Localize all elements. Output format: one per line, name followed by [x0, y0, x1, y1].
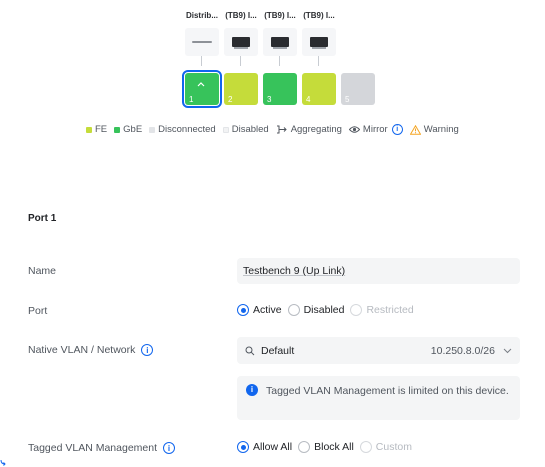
port-4[interactable]: 4	[302, 73, 336, 105]
radio-circle	[237, 441, 249, 453]
device-icon	[185, 28, 219, 56]
radio-restricted[interactable]: Restricted	[350, 304, 414, 316]
native-vlan-select[interactable]: Default 10.250.8.0/26	[237, 337, 520, 364]
device-label: (TB9) I...	[303, 11, 335, 20]
info-icon: i	[246, 384, 258, 396]
disabled-swatch	[222, 126, 229, 133]
native-vlan-label-row: Native VLAN / Network i	[28, 344, 154, 356]
radio-custom[interactable]: Custom	[359, 441, 412, 453]
connector-line	[201, 56, 202, 66]
legend-label: Warning	[423, 124, 459, 135]
radio-label: Active	[253, 304, 282, 316]
legend-disabled: Disabled	[222, 124, 269, 135]
port-1[interactable]: 1	[182, 70, 222, 108]
section-title: Port 1	[28, 213, 57, 224]
radio-allow-all[interactable]: Allow All	[237, 441, 292, 453]
radio-circle	[359, 441, 372, 453]
legend-label: FE	[95, 124, 108, 135]
info-icon[interactable]: i	[391, 124, 403, 135]
radio-block-all[interactable]: Block All	[298, 441, 354, 453]
connector-line	[240, 56, 241, 66]
search-icon	[245, 346, 255, 355]
port-label: Port	[28, 305, 48, 317]
legend-label: GbE	[123, 124, 143, 135]
warning-icon	[409, 124, 421, 135]
legend-warning: Warning	[409, 124, 459, 135]
radio-disabled[interactable]: Disabled	[287, 304, 345, 316]
radio-label: Disabled	[303, 304, 345, 316]
connector-line	[279, 56, 280, 66]
legend-aggregating: Aggregating	[276, 124, 342, 135]
port-number: 3	[267, 95, 272, 104]
legend-gbe: GbE	[114, 124, 142, 135]
notice-text: Tagged VLAN Management is limited on thi…	[266, 385, 509, 397]
chevron-down-icon	[503, 348, 512, 353]
legend-label: Disabled	[231, 124, 269, 135]
name-field[interactable]: Testbench 9 (Up Link)	[237, 258, 520, 284]
legend-label: Aggregating	[290, 124, 342, 135]
native-vlan-label: Native VLAN / Network	[28, 344, 136, 356]
radio-active[interactable]: Active	[237, 304, 282, 316]
vlan-notice: i Tagged VLAN Management is limited on t…	[237, 376, 520, 420]
connector-line	[318, 56, 319, 66]
native-vlan-value: Default	[261, 344, 295, 357]
legend-mirror: Mirror i	[348, 124, 403, 135]
port-5[interactable]: 5	[341, 73, 375, 105]
legend-label: Disconnected	[158, 124, 216, 135]
name-value: Testbench 9 (Up Link)	[243, 265, 346, 277]
native-vlan-subnet: 10.250.8.0/26	[430, 344, 495, 357]
eye-icon	[348, 126, 360, 133]
info-icon[interactable]: i	[163, 442, 175, 454]
port-number: 5	[345, 95, 350, 104]
radio-circle	[298, 441, 311, 453]
radio-label: Restricted	[366, 304, 414, 316]
legend-label: Mirror	[362, 124, 388, 135]
port-legend: FE GbE Disconnected Disabled Aggregating…	[86, 124, 466, 135]
port-state-radio-group: Active Disabled Restricted	[237, 304, 420, 316]
gbe-swatch	[114, 126, 121, 133]
disconnected-swatch	[149, 126, 156, 133]
tagged-vlan-label-row: Tagged VLAN Management i	[28, 442, 175, 454]
tagged-vlan-label: Tagged VLAN Management	[28, 442, 157, 454]
radio-label: Custom	[375, 441, 412, 453]
radio-label: Allow All	[253, 441, 293, 453]
name-label: Name	[28, 265, 57, 277]
device-icon	[263, 28, 297, 56]
port-3[interactable]: 3	[263, 73, 297, 105]
radio-label: Block All	[314, 441, 354, 453]
port-number: 1	[189, 95, 194, 104]
fe-swatch	[86, 126, 92, 133]
device-icon	[224, 28, 258, 56]
arrow-icon	[0, 459, 6, 466]
device-icon	[302, 28, 336, 56]
radio-circle	[287, 304, 300, 316]
chevron-up-icon	[197, 82, 205, 87]
port-2[interactable]: 2	[224, 73, 258, 105]
radio-circle	[350, 304, 363, 316]
info-icon[interactable]: i	[141, 344, 154, 356]
legend-disconnected: Disconnected	[149, 124, 216, 135]
port-number: 2	[228, 95, 233, 104]
tagged-vlan-radio-group: Allow All Block All Custom	[237, 441, 418, 453]
legend-fe: FE	[86, 124, 107, 135]
aggregating-icon	[276, 125, 287, 134]
radio-circle	[237, 304, 249, 316]
port-number: 4	[306, 95, 311, 104]
